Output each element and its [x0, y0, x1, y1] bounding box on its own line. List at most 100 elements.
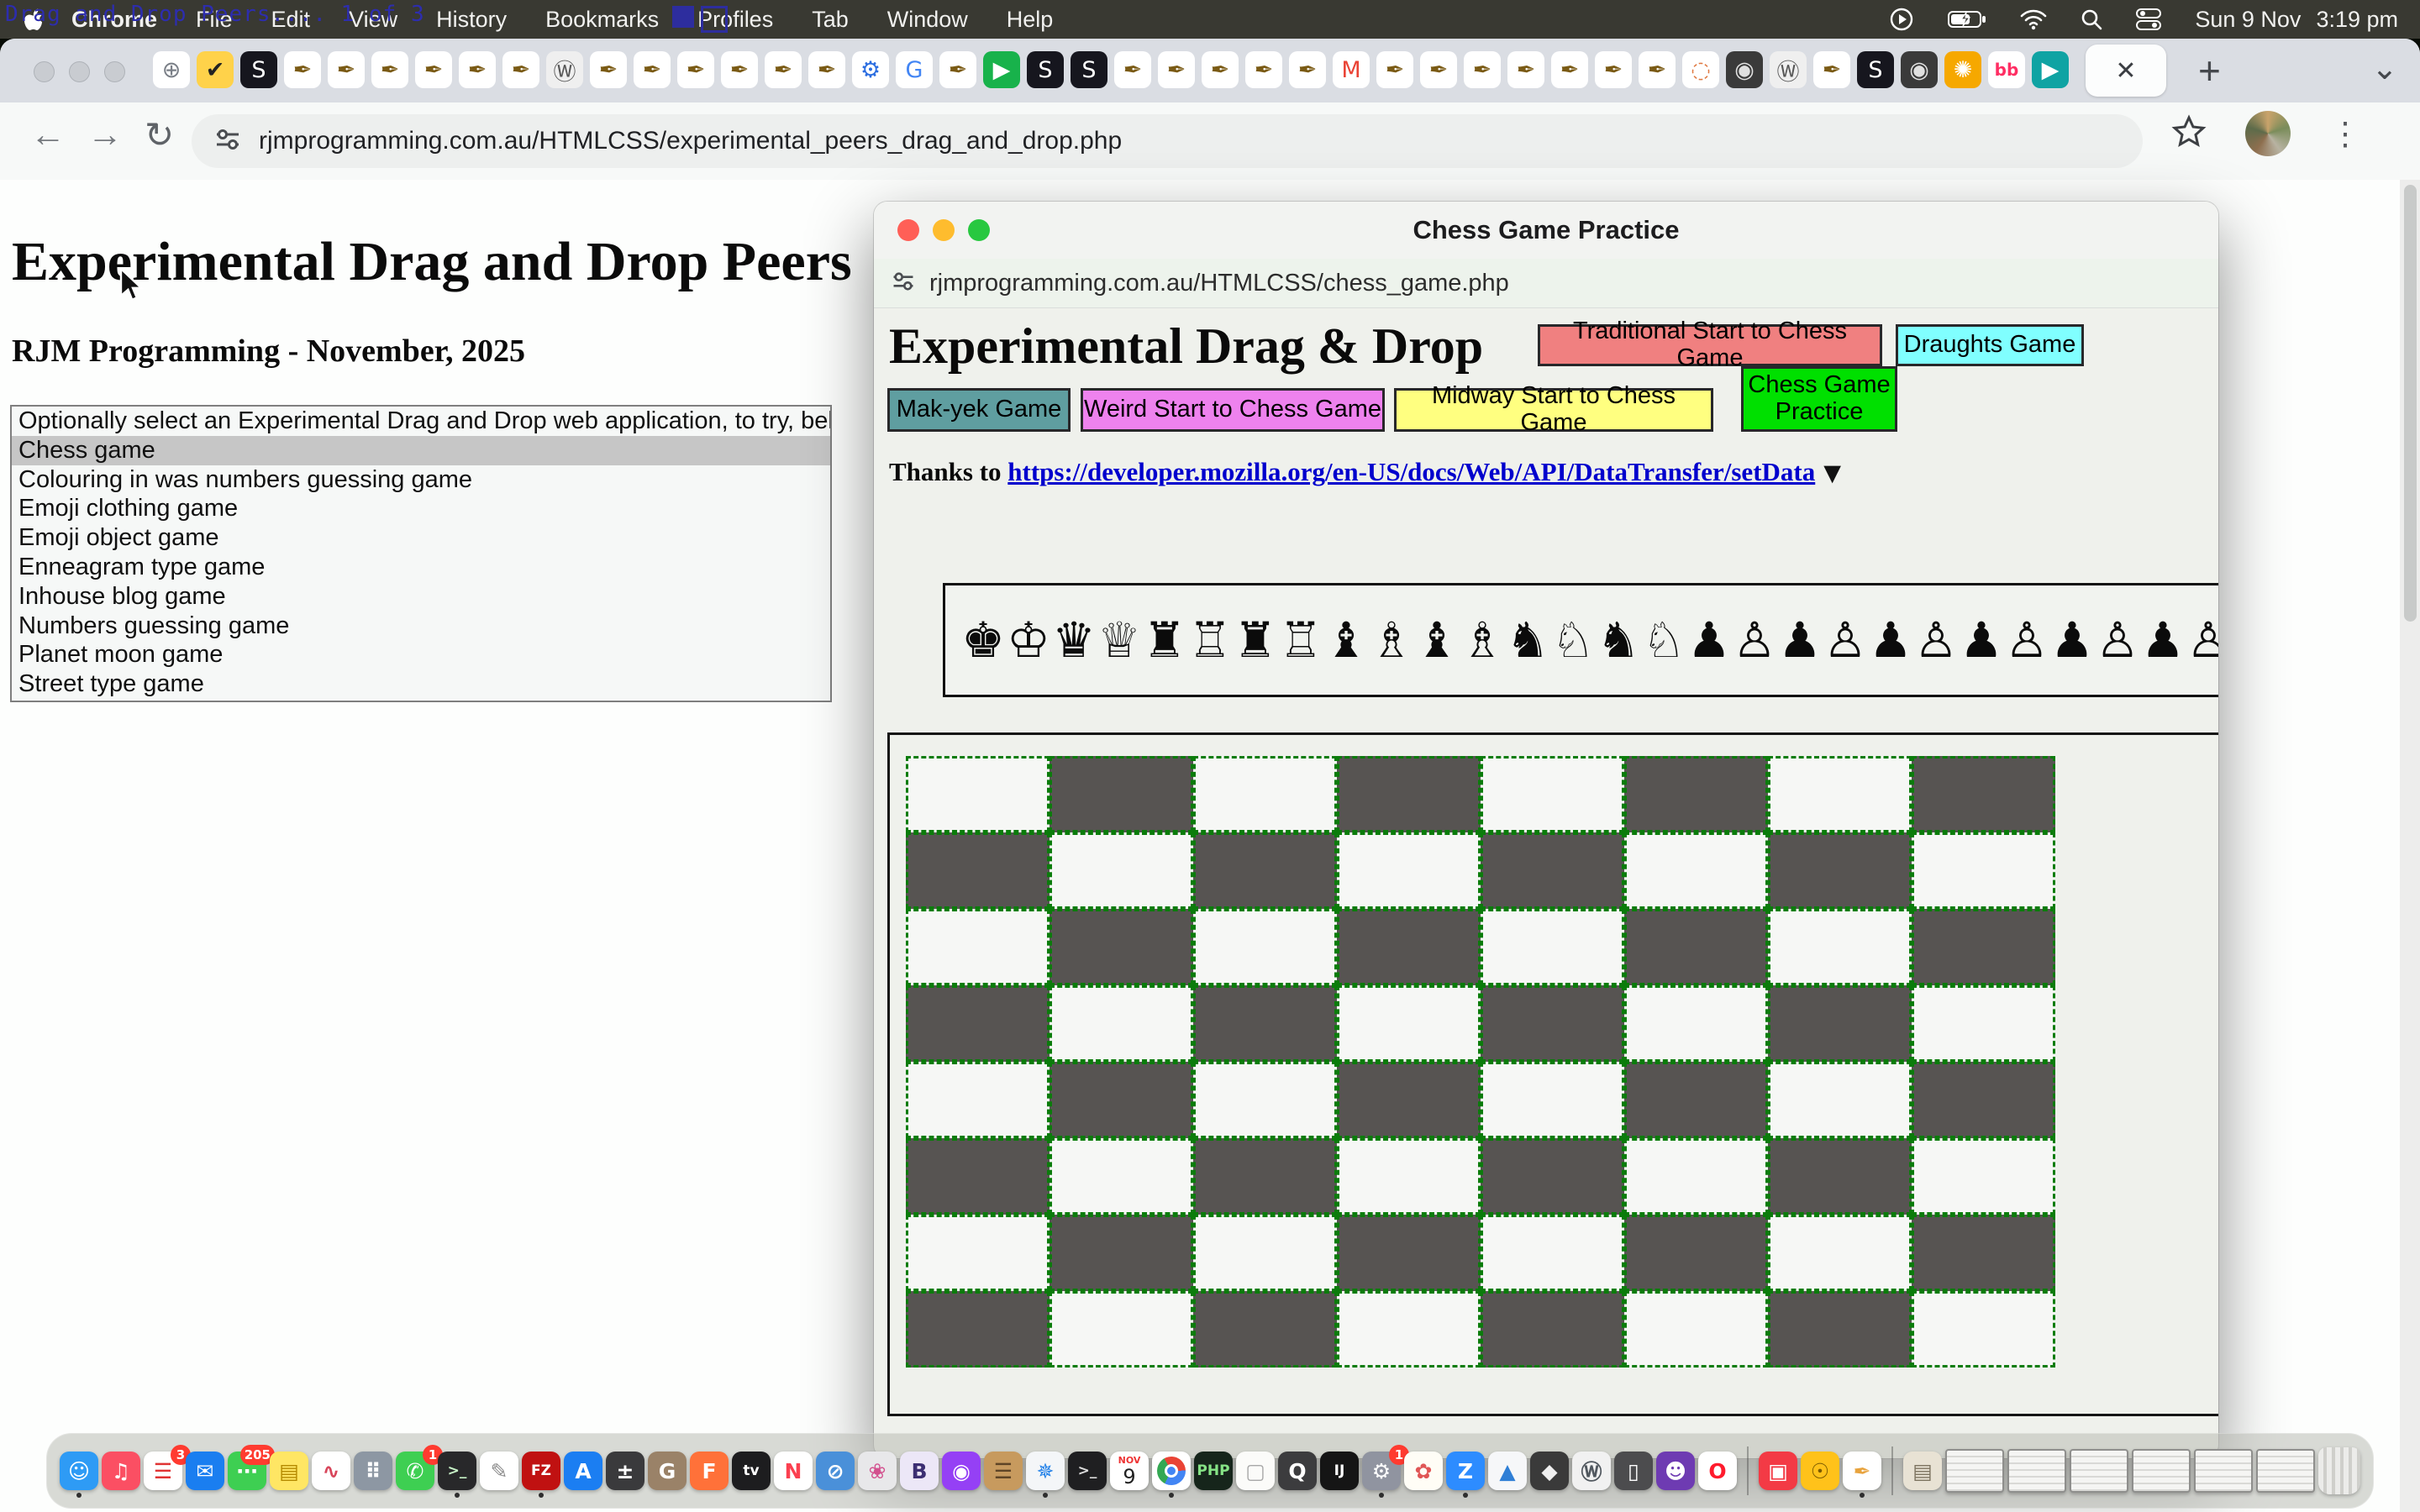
chess-piece-21[interactable]: ♙	[1913, 616, 1959, 664]
chess-piece-7[interactable]: ♖	[1278, 616, 1323, 664]
back-button[interactable]: ←	[30, 114, 66, 155]
board-cell-r1c2[interactable]	[1193, 832, 1337, 909]
pinned-tab-sbs-41[interactable]: ✺	[1944, 51, 1981, 88]
board-cell-r6c7[interactable]	[1912, 1215, 2055, 1291]
chess-piece-14[interactable]: ♞	[1596, 616, 1641, 664]
chess-piece-16[interactable]: ♟	[1686, 616, 1732, 664]
dock-icon-code-editor[interactable]: PHP	[1194, 1452, 1233, 1490]
board-cell-r2c3[interactable]	[1337, 909, 1481, 985]
popup-zoom-button[interactable]	[968, 219, 990, 241]
board-cell-r6c0[interactable]	[906, 1215, 1050, 1291]
pinned-tab-quill-8[interactable]: ✒	[502, 51, 539, 88]
board-cell-r7c0[interactable]	[906, 1291, 1050, 1368]
dock-icon-paint[interactable]: ✿	[1404, 1452, 1443, 1490]
site-info-icon[interactable]	[213, 125, 242, 158]
dock-icon-terminal[interactable]: >_	[438, 1452, 476, 1490]
chess-piece-13[interactable]: ♘	[1550, 616, 1596, 664]
pinned-tab-dots-35[interactable]: ◌	[1682, 51, 1719, 88]
listbox-option-emoji-object-game[interactable]: Emoji object game	[12, 523, 830, 553]
dock-icon-apple-tv[interactable]: tv	[732, 1452, 771, 1490]
pinned-tab-quill-6[interactable]: ✒	[415, 51, 452, 88]
pinned-tab-wp-37[interactable]: Ⓦ	[1770, 51, 1807, 88]
mdn-setdata-link[interactable]: https://developer.mozilla.org/en-US/docs…	[1007, 457, 1815, 486]
board-cell-r4c6[interactable]	[1768, 1062, 1912, 1138]
board-cell-r1c4[interactable]	[1481, 832, 1624, 909]
board-cell-r6c3[interactable]	[1337, 1215, 1481, 1291]
dock-icon-pet-app[interactable]: ☻	[1656, 1452, 1695, 1490]
pinned-tab-quill-4[interactable]: ✒	[328, 51, 365, 88]
listbox-option-street-type-game[interactable]: Street type game	[12, 669, 830, 699]
board-cell-r6c4[interactable]	[1481, 1215, 1624, 1291]
spotlight-icon[interactable]	[2081, 8, 2102, 30]
pinned-tab-dark-circle-36[interactable]: ◉	[1726, 51, 1763, 88]
wifi-icon[interactable]	[2020, 8, 2047, 30]
screen-mirroring-icon[interactable]	[1889, 7, 1914, 32]
dock-icon-lightbulb-app[interactable]: ☉	[1801, 1452, 1839, 1490]
pinned-tab-quill-15[interactable]: ✒	[808, 51, 845, 88]
pinned-tab-quill-26[interactable]: ✒	[1289, 51, 1326, 88]
dock-icon-safari[interactable]: ✵	[1026, 1452, 1065, 1490]
board-cell-r7c1[interactable]	[1050, 1291, 1193, 1368]
active-tab[interactable]: ✕	[2086, 45, 2166, 97]
dock-icon-intellij[interactable]: IJ	[1320, 1452, 1359, 1490]
menu-item-tab[interactable]: Tab	[792, 0, 868, 39]
pinned-tab-s-dark-21[interactable]: S	[1071, 51, 1107, 88]
menu-item-window[interactable]: Window	[868, 0, 987, 39]
pinned-tab-s-dark-39[interactable]: S	[1857, 51, 1894, 88]
board-cell-r0c2[interactable]	[1193, 756, 1337, 832]
pinned-tab-s-dark-2[interactable]: S	[240, 51, 277, 88]
pinned-tab-quill-3[interactable]: ✒	[284, 51, 321, 88]
dock-icon-photos[interactable]: ❀	[858, 1452, 897, 1490]
dock-icon-freeform[interactable]: ∿	[312, 1452, 350, 1490]
board-cell-r3c1[interactable]	[1050, 985, 1193, 1062]
dock-icon-app-store[interactable]: A	[564, 1452, 602, 1490]
trash[interactable]	[2318, 1447, 2360, 1494]
board-cell-r3c2[interactable]	[1193, 985, 1337, 1062]
board-cell-r6c1[interactable]	[1050, 1215, 1193, 1291]
board-cell-r2c5[interactable]	[1624, 909, 1768, 985]
pinned-tab-teal-play-43[interactable]: ▶	[2032, 51, 2069, 88]
board-cell-r0c5[interactable]	[1624, 756, 1768, 832]
dock-icon-podcasts[interactable]: ◉	[942, 1452, 981, 1490]
pinned-tab-k-green-19[interactable]: ▶	[983, 51, 1020, 88]
pinned-tab-quill-38[interactable]: ✒	[1813, 51, 1850, 88]
pinned-tab-quill-24[interactable]: ✒	[1202, 51, 1239, 88]
chess-piece-11[interactable]: ♗	[1460, 616, 1505, 664]
draughts-game-button[interactable]: Draughts Game	[1896, 324, 2084, 366]
board-cell-r5c0[interactable]	[906, 1138, 1050, 1215]
dock-icon-prism-app[interactable]: ▲	[1488, 1452, 1527, 1490]
board-cell-r4c0[interactable]	[906, 1062, 1050, 1138]
board-cell-r1c7[interactable]	[1912, 832, 2055, 909]
pinned-tab-quill-18[interactable]: ✒	[939, 51, 976, 88]
chess-piece-6[interactable]: ♜	[1233, 616, 1278, 664]
pinned-tab-wp-9[interactable]: Ⓦ	[546, 51, 583, 88]
forward-button[interactable]: →	[87, 114, 123, 155]
popup-minimize-button[interactable]	[933, 219, 955, 241]
board-cell-r5c4[interactable]	[1481, 1138, 1624, 1215]
popup-site-info-icon[interactable]	[891, 269, 916, 298]
pinned-tab-google-17[interactable]: G	[896, 51, 933, 88]
board-cell-r7c4[interactable]	[1481, 1291, 1624, 1368]
pinned-tab-quill-32[interactable]: ✒	[1551, 51, 1588, 88]
pinned-tab-quill-28[interactable]: ✒	[1376, 51, 1413, 88]
dock-icon-filezilla[interactable]: FZ	[522, 1452, 560, 1490]
pinned-tab-quill-7[interactable]: ✒	[459, 51, 496, 88]
minimized-window-46[interactable]	[1945, 1449, 2004, 1493]
bookmark-star-icon[interactable]	[2171, 114, 2207, 154]
chess-piece-9[interactable]: ♗	[1369, 616, 1414, 664]
pinned-tab-quill-25[interactable]: ✒	[1245, 51, 1282, 88]
board-cell-r0c7[interactable]	[1912, 756, 2055, 832]
board-cell-r7c3[interactable]	[1337, 1291, 1481, 1368]
dock-icon-notes[interactable]: ▤	[270, 1452, 308, 1490]
chess-piece-0[interactable]: ♚	[960, 616, 1006, 664]
url-text[interactable]: rjmprogramming.com.au/HTMLCSS/experiment…	[259, 127, 1122, 155]
pinned-tab-quill-13[interactable]: ✒	[721, 51, 758, 88]
minimized-window-51[interactable]	[2256, 1449, 2315, 1493]
board-cell-r0c3[interactable]	[1337, 756, 1481, 832]
pinned-tab-compass-0[interactable]: ⊕	[153, 51, 190, 88]
pinned-tab-quill-23[interactable]: ✒	[1158, 51, 1195, 88]
board-cell-r6c5[interactable]	[1624, 1215, 1768, 1291]
dock-icon-launchpad[interactable]: ⠿	[354, 1452, 392, 1490]
dock-icon-chrome[interactable]	[1152, 1452, 1191, 1490]
chess-piece-20[interactable]: ♟	[1868, 616, 1913, 664]
